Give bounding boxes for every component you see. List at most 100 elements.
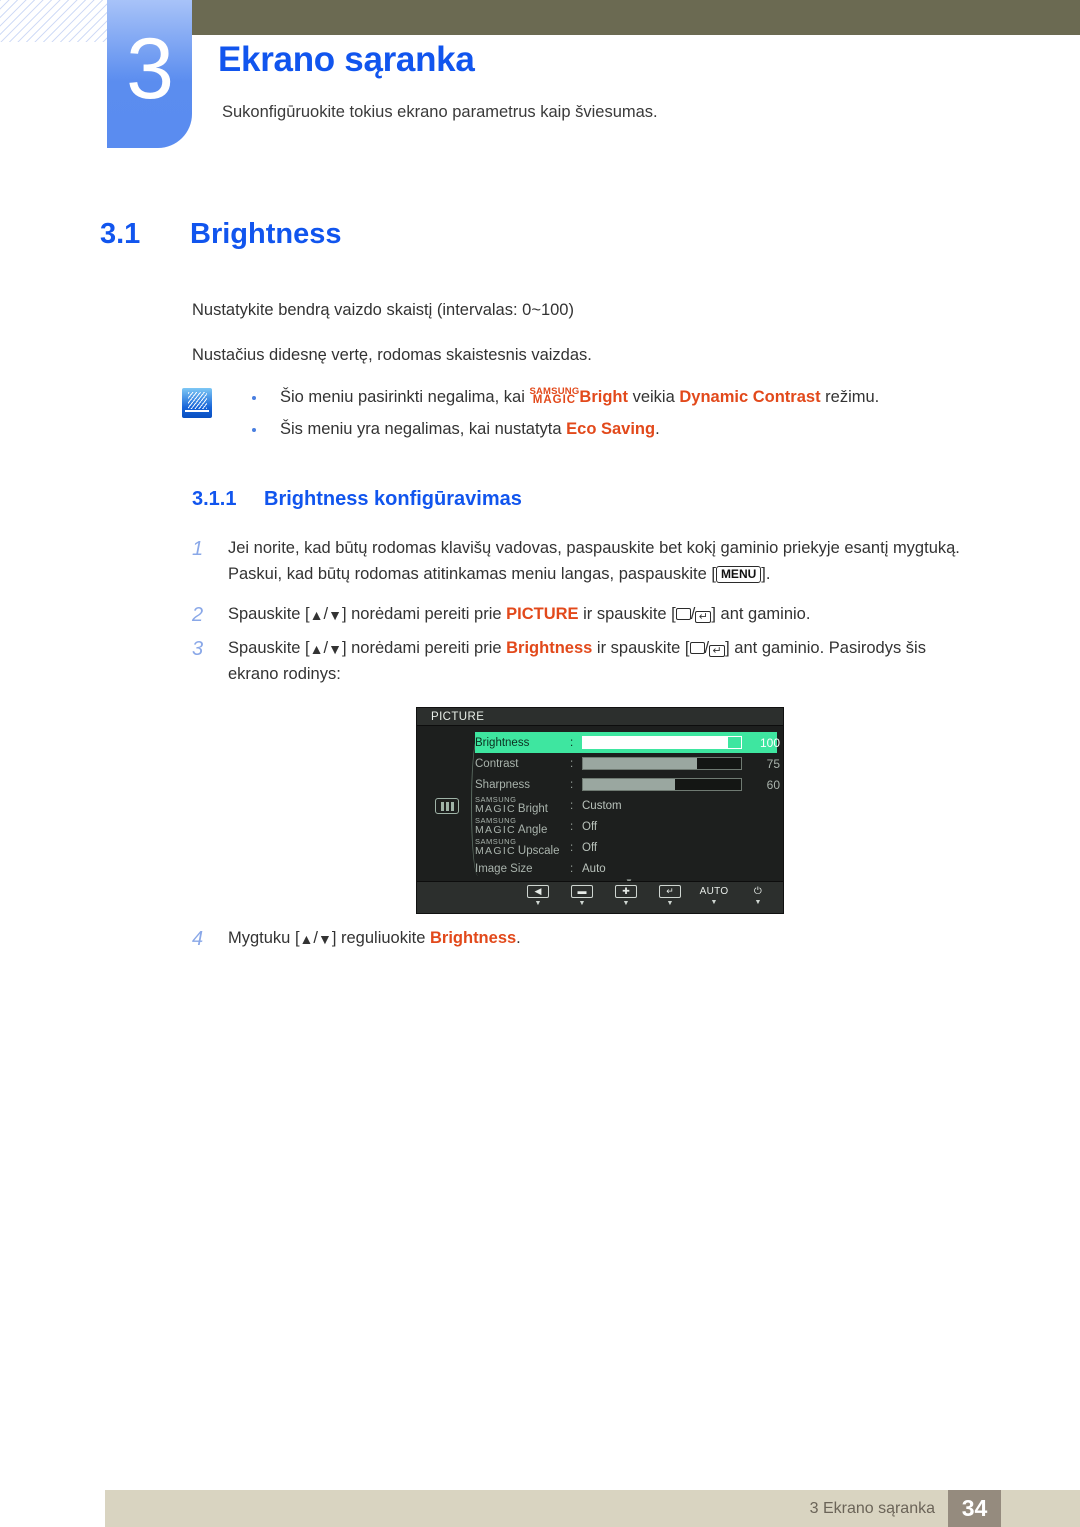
note-pencil-icon: [182, 388, 212, 418]
osd-colon: :: [570, 799, 574, 812]
up-arrow-icon: ▲: [309, 641, 324, 657]
note-2-post: .: [655, 419, 660, 438]
step-4-text: Mygtuku [▲/▼] reguliuokite Brightness.: [228, 926, 1012, 952]
intro-paragraph-1: Nustatykite bendrą vaizdo skaistį (inter…: [192, 301, 574, 319]
source-box-icon: [675, 608, 691, 620]
step-2-number: 2: [192, 604, 204, 626]
step-1-text: Jei norite, kad būtų rodomas klavišų vad…: [228, 536, 1012, 587]
osd-row-magicbright[interactable]: SAMSUNG MAGIC Bright : Custom: [475, 795, 777, 816]
osd-sidebar: [423, 746, 471, 866]
brightness-slider[interactable]: 100: [582, 736, 786, 750]
osd-button-bar: ◀ ▼ ▬ ▼ ✚ ▼ ↵ ▼ AUTO ▼ ⏻ ▼: [417, 881, 783, 913]
magic-word-text: Bright: [517, 802, 548, 815]
step-4-highlight: Brightness: [429, 929, 517, 947]
osd-label-sharpness: Sharpness: [475, 778, 530, 791]
picture-bars-icon: [435, 798, 459, 814]
auto-caret-icon: ▼: [710, 899, 718, 906]
step-2-c: ir spauskite [: [578, 605, 676, 623]
section-number: 3.1: [100, 218, 141, 250]
power-icon: ⏻: [753, 886, 763, 897]
section-heading: 3.1 Brightness: [100, 218, 341, 251]
step-2-text: Spauskite [▲/▼] norėdami pereiti prie PI…: [228, 602, 1012, 628]
subsection-number: 3.1.1: [192, 488, 237, 510]
osd-label-magicupscale: SAMSUNG MAGIC Upscale: [475, 838, 570, 857]
osd-row-imagesize[interactable]: Image Size : Auto: [475, 858, 777, 879]
osd-label-brightness: Brightness: [475, 736, 530, 749]
osd-row-sharpness[interactable]: Sharpness : 60: [475, 774, 780, 795]
magic-magic-text: MAGIC: [475, 802, 516, 815]
osd-row-list: Brightness : 100 Contrast : 75 Sharpness…: [475, 732, 780, 879]
menu-key: MENU: [715, 565, 762, 583]
contrast-slider-track: [582, 757, 742, 770]
minus-icon: ▬: [571, 885, 593, 898]
minus-button[interactable]: ▬ ▼: [567, 885, 597, 907]
minus-caret-icon: ▼: [578, 900, 586, 907]
magic-word-text: Upscale: [517, 844, 560, 857]
magic-magic-text: MAGIC: [475, 823, 516, 836]
osd-label-magicangle: SAMSUNG MAGIC Angle: [475, 817, 570, 836]
enter-key-icon: [709, 645, 726, 657]
step-3-line2: ekrano rodinys:: [228, 664, 341, 683]
step-3-number: 3: [192, 638, 204, 660]
brightness-slider-fill: [583, 737, 729, 748]
step-3-a: Spauskite [: [228, 639, 310, 657]
step-4-a: Mygtuku [: [228, 929, 300, 947]
step-4: 4 Mygtuku [▲/▼] reguliuokite Brightness.: [192, 926, 1012, 952]
contrast-value: 75: [766, 756, 780, 771]
enter-caret-icon: ▼: [666, 900, 674, 907]
bar-2: [445, 801, 449, 811]
step-3-highlight: Brightness: [506, 639, 593, 657]
enter-icon: ↵: [659, 885, 681, 898]
power-button[interactable]: ⏻ ▼: [743, 885, 773, 906]
sharpness-slider[interactable]: 60: [582, 778, 786, 792]
step-1: 1 Jei norite, kad būtų rodomas klavišų v…: [192, 536, 1012, 587]
auto-button[interactable]: AUTO ▼: [699, 885, 729, 906]
step-3-e: ] ant gaminio. Pasirodys šis: [725, 639, 926, 657]
osd-row-brightness[interactable]: Brightness : 100: [475, 732, 780, 753]
osd-label-imagesize: Image Size: [475, 862, 533, 875]
up-arrow-icon: ▲: [299, 931, 314, 947]
step-3-c: ir spauskite [: [592, 639, 690, 657]
footer-chapter-label: 3 Ekrano sąranka: [809, 1500, 935, 1517]
contrast-slider[interactable]: 75: [582, 757, 786, 771]
magic-word-text: Angle: [517, 823, 548, 836]
brightness-value: 100: [759, 735, 780, 750]
bar-3: [450, 801, 454, 811]
note-list: Šio meniu pasirinkti negalima, kai SAMSU…: [244, 386, 982, 442]
note-item-2: Šis meniu yra negalimas, kai nustatyta E…: [244, 418, 982, 442]
osd-row-contrast[interactable]: Contrast : 75: [475, 753, 780, 774]
note-block: Šio meniu pasirinkti negalima, kai SAMSU…: [182, 386, 982, 450]
note-2-pre: Šis meniu yra negalimas, kai nustatyta: [280, 419, 567, 438]
magicupscale-value: Off: [582, 841, 598, 854]
page-number-badge: 34: [948, 1490, 1001, 1527]
imagesize-value: Auto: [582, 862, 606, 875]
magicangle-value: Off: [582, 820, 598, 833]
osd-row-magicangle[interactable]: SAMSUNG MAGIC Angle : Off: [475, 816, 777, 837]
step-1-line2-a: Paskui, kad būtų rodomas atitinkamas men…: [228, 564, 716, 583]
back-button[interactable]: ◀ ▼: [523, 885, 553, 907]
sharpness-slider-fill: [583, 779, 675, 790]
header-olive-bar: [192, 0, 1080, 35]
osd-row-magicupscale[interactable]: SAMSUNG MAGIC Upscale : Off: [475, 837, 777, 858]
enter-button[interactable]: ↵ ▼: [655, 885, 685, 907]
magic-bright-word: Bright: [579, 388, 628, 406]
magic-magic-text: MAGIC: [532, 394, 577, 406]
contrast-slider-fill: [583, 758, 697, 769]
down-arrow-icon: ▼: [328, 607, 342, 623]
step-1-line1: Jei norite, kad būtų rodomas klavišų vad…: [228, 539, 960, 557]
sharpness-value: 60: [766, 777, 780, 792]
note-1-mid: veikia: [628, 388, 680, 406]
source-box-icon: [689, 642, 705, 654]
back-caret-icon: ▼: [534, 900, 542, 907]
back-icon: ◀: [527, 885, 549, 898]
step-2-b: ] norėdami pereiti prie: [341, 605, 507, 623]
note-1-highlight: Dynamic Contrast: [679, 388, 821, 406]
step-3-b: ] norėdami pereiti prie: [341, 639, 507, 657]
osd-colon: :: [570, 736, 574, 749]
osd-value-contrast: 75: [582, 757, 786, 771]
osd-label-magicbright: SAMSUNG MAGIC Bright: [475, 796, 570, 815]
osd-value-brightness: 100: [582, 736, 786, 750]
plus-button[interactable]: ✚ ▼: [611, 885, 641, 907]
down-arrow-icon: ▼: [328, 641, 342, 657]
enter-key-icon: [695, 611, 712, 623]
